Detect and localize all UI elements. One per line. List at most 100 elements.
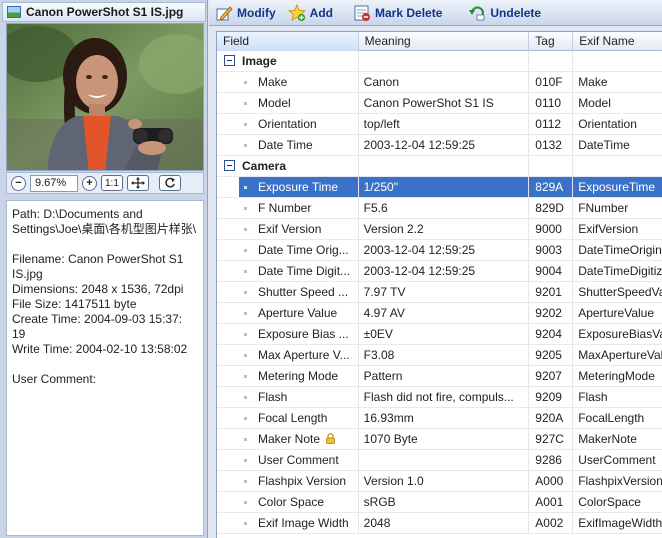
meaning-cell[interactable]: 4.97 AV [359, 303, 530, 323]
meaning-cell[interactable]: 1070 Byte [359, 429, 530, 449]
column-header-meaning[interactable]: Meaning [359, 32, 530, 51]
tag-cell: 9286 [529, 450, 574, 470]
table-row[interactable]: Date Time Orig... 2003-12-04 12:59:25 90… [217, 240, 662, 261]
field-cell: Model [258, 96, 291, 110]
table-row[interactable]: Date Time Digit... 2003-12-04 12:59:25 9… [217, 261, 662, 282]
actual-size-button[interactable]: 1:1 [101, 175, 123, 191]
zoom-out-button[interactable]: − [11, 175, 26, 191]
left-panel: Canon PowerShot S1 IS.jpg − 9.67% + 1:1 … [0, 0, 208, 538]
add-label: Add [309, 5, 333, 20]
meaning-cell[interactable]: 2003-12-04 12:59:25 [359, 240, 530, 260]
field-cell: Flash [258, 390, 288, 404]
table-row[interactable]: User Comment 9286 UserComment [217, 450, 662, 471]
rotate-button[interactable] [158, 175, 181, 191]
meaning-cell[interactable]: F5.6 [359, 198, 530, 218]
table-row[interactable]: Metering Mode Pattern 9207 MeteringMode [217, 366, 662, 387]
group-row-image[interactable]: Image [217, 51, 662, 72]
exif-name-cell: ExifVersion [578, 222, 639, 236]
meaning-cell[interactable]: 2003-12-04 12:59:25 [359, 261, 530, 281]
create-time-line: Create Time: 2004-09-03 15:37: [12, 312, 183, 326]
file-info-panel: Path: D:\Documents and Settings\Joe\桌面\各… [6, 200, 204, 536]
file-title: Canon PowerShot S1 IS.jpg [26, 5, 184, 19]
exif-name-cell: ExifImageWidth [578, 516, 662, 530]
collapse-toggle-icon[interactable] [224, 160, 235, 171]
undelete-label: Undelete [490, 5, 542, 20]
table-row[interactable]: Maker Note 1070 Byte 927C MakerNote [217, 429, 662, 450]
exif-name-cell: FocalLength [578, 411, 645, 425]
exif-name-cell: MaxApertureVal [578, 348, 662, 362]
fit-window-button[interactable] [126, 175, 149, 191]
tag-cell: 829A [529, 177, 574, 197]
exif-name-cell: UserComment [578, 453, 656, 467]
exif-name-cell: Model [578, 96, 611, 110]
tag-cell: 010F [529, 72, 574, 92]
file-title-bar: Canon PowerShot S1 IS.jpg [2, 2, 206, 22]
column-header-tag[interactable]: Tag [529, 32, 574, 51]
table-row[interactable]: Color Space sRGB A001 ColorSpace [217, 492, 662, 513]
table-row[interactable]: Shutter Speed ... 7.97 TV 9201 ShutterSp… [217, 282, 662, 303]
meaning-cell[interactable]: top/left [359, 114, 530, 134]
meaning-cell[interactable]: F3.08 [359, 345, 530, 365]
table-row[interactable]: Exif Version Version 2.2 9000 ExifVersio… [217, 219, 662, 240]
meaning-cell[interactable]: Canon [359, 72, 530, 92]
meaning-cell[interactable]: 2003-12-04 12:59:25 [359, 135, 530, 155]
row-bullet-icon [244, 375, 247, 378]
photo-preview[interactable] [6, 23, 204, 171]
table-row-selected[interactable]: Exposure Time 1/250" 829A ExposureTime [217, 177, 662, 198]
table-row[interactable]: Flashpix Version Version 1.0 A000 Flashp… [217, 471, 662, 492]
exif-name-cell: Orientation [578, 117, 637, 131]
table-row[interactable]: Aperture Value 4.97 AV 9202 ApertureValu… [217, 303, 662, 324]
row-bullet-icon [244, 186, 247, 189]
column-header-field[interactable]: Field [217, 32, 359, 51]
modify-button[interactable]: Modify [209, 2, 282, 24]
table-row[interactable]: Model Canon PowerShot S1 IS 0110 Model [217, 93, 662, 114]
table-row[interactable]: Max Aperture V... F3.08 9205 MaxAperture… [217, 345, 662, 366]
table-row[interactable]: Exposure Bias ... ±0EV 9204 ExposureBias… [217, 324, 662, 345]
collapse-toggle-icon[interactable] [224, 55, 235, 66]
row-bullet-icon [244, 354, 247, 357]
zoom-in-button[interactable]: + [82, 175, 97, 191]
add-button[interactable]: Add [282, 2, 339, 24]
meaning-cell[interactable] [359, 450, 530, 470]
field-cell: User Comment [258, 453, 339, 467]
field-cell: Metering Mode [258, 369, 339, 383]
exif-name-cell: DateTime [578, 138, 630, 152]
field-cell: Exposure Time [258, 180, 339, 194]
create-time-line-cont: 19 [12, 327, 26, 341]
field-cell: Max Aperture V... [258, 348, 350, 362]
mark-delete-button[interactable]: Mark Delete [347, 2, 448, 24]
table-row[interactable]: Orientation top/left 0112 Orientation [217, 114, 662, 135]
table-row[interactable]: Date Time 2003-12-04 12:59:25 0132 DateT… [217, 135, 662, 156]
tag-cell: 920A [529, 408, 574, 428]
field-cell: Date Time [258, 138, 313, 152]
meaning-cell[interactable]: Pattern [359, 366, 530, 386]
meaning-cell[interactable]: 16.93mm [359, 408, 530, 428]
meaning-cell[interactable]: ±0EV [359, 324, 530, 344]
meaning-cell[interactable]: sRGB [359, 492, 530, 512]
undelete-button[interactable]: Undelete [462, 2, 547, 24]
table-row[interactable]: Exif Image Width 2048 A002 ExifImageWidt… [217, 513, 662, 534]
zoom-value-field[interactable]: 9.67% [30, 174, 78, 192]
tag-cell: 9000 [529, 219, 574, 239]
meaning-cell[interactable]: 1/250" [358, 177, 530, 197]
undelete-arrow-icon [469, 6, 485, 20]
table-row[interactable]: Flash Flash did not fire, compuls... 920… [217, 387, 662, 408]
meaning-cell[interactable]: Canon PowerShot S1 IS [359, 93, 530, 113]
row-bullet-icon [244, 102, 247, 105]
meaning-cell[interactable]: Flash did not fire, compuls... [359, 387, 530, 407]
table-row[interactable]: F Number F5.6 829D FNumber [217, 198, 662, 219]
meaning-cell[interactable]: 2048 [359, 513, 530, 533]
row-bullet-icon [244, 270, 247, 273]
meaning-cell[interactable]: Version 2.2 [359, 219, 530, 239]
column-header-exif-name[interactable]: Exif Name [573, 32, 662, 51]
field-cell: Orientation [258, 117, 317, 131]
table-row[interactable]: Make Canon 010F Make [217, 72, 662, 93]
table-row[interactable]: Focal Length 16.93mm 920A FocalLength [217, 408, 662, 429]
meaning-cell[interactable]: Version 1.0 [359, 471, 530, 491]
group-row-camera[interactable]: Camera [217, 156, 662, 177]
group-label: Image [242, 54, 277, 68]
meaning-cell[interactable]: 7.97 TV [359, 282, 530, 302]
tag-cell: 9201 [529, 282, 574, 302]
exif-name-cell: DateTimeDigitiz [578, 264, 662, 278]
delete-mark-icon [354, 5, 370, 21]
